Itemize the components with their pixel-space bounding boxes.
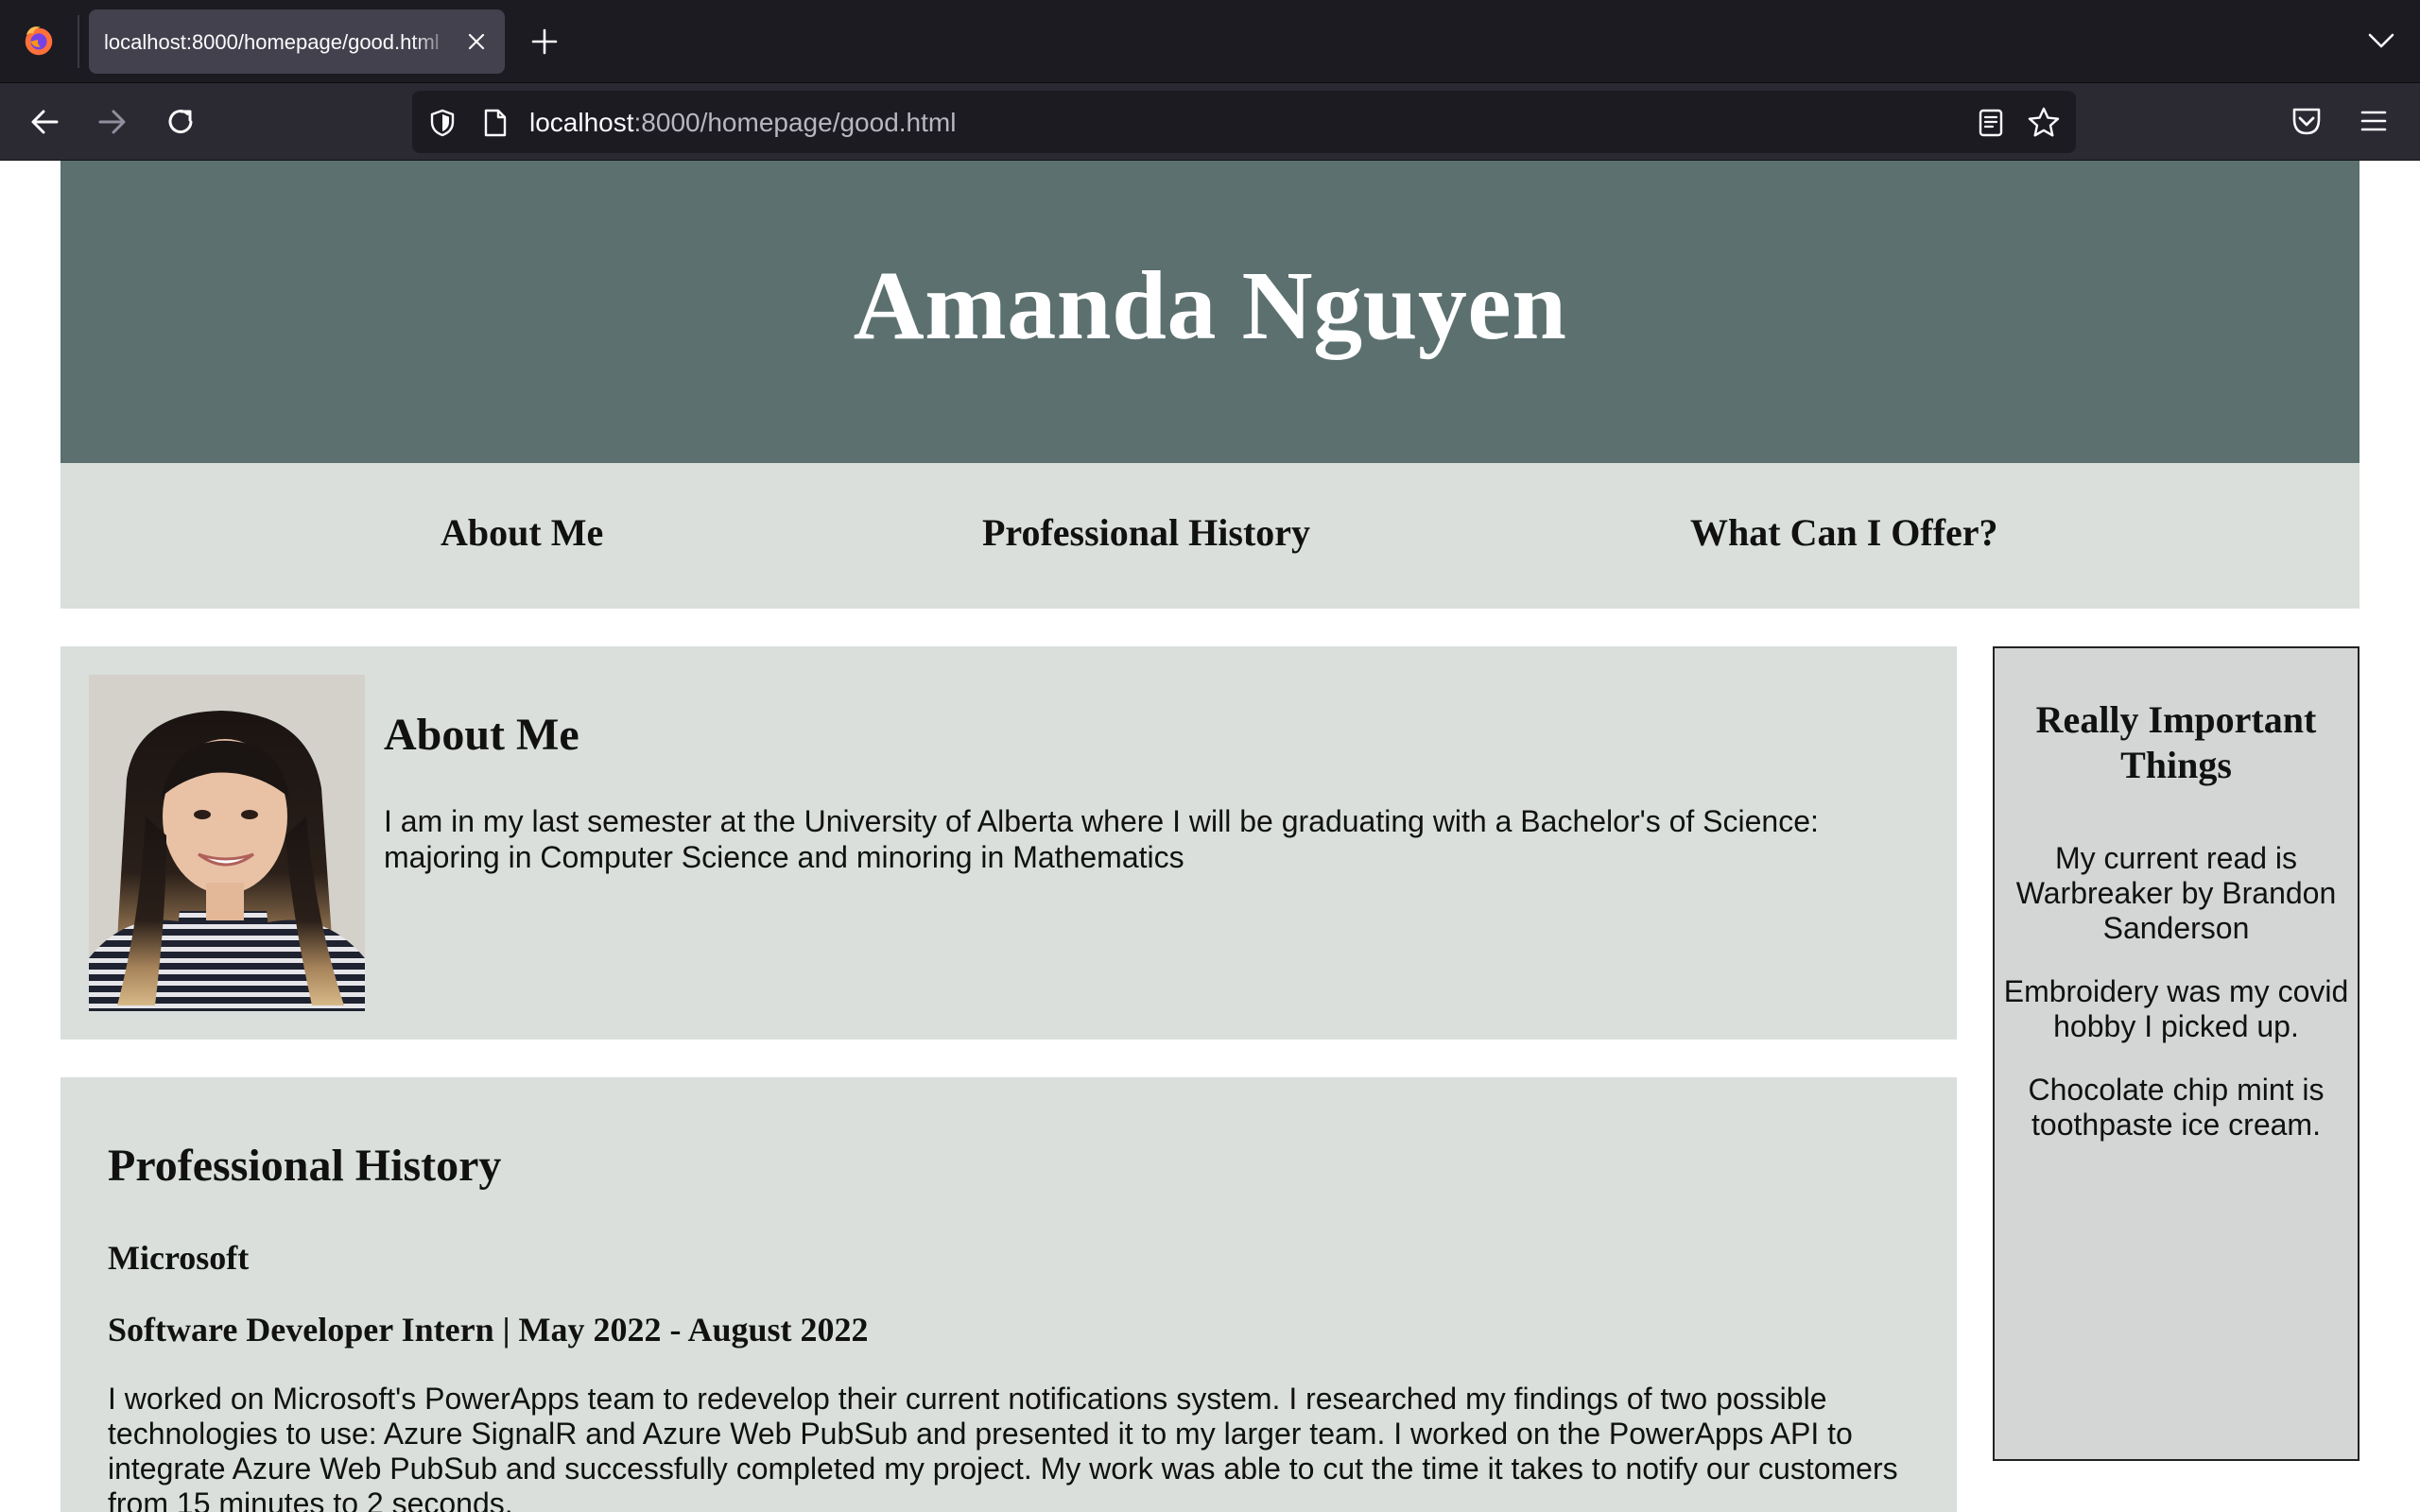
- about-heading: About Me: [384, 710, 579, 760]
- reader-view-icon[interactable]: [1976, 108, 2006, 138]
- back-arrow-icon[interactable]: [25, 102, 64, 142]
- hero-banner: Amanda Nguyen: [60, 161, 2360, 463]
- nav-link-about-me[interactable]: About Me: [441, 510, 603, 555]
- job-title: Software Developer Intern | May 2022 - A…: [108, 1311, 869, 1349]
- tab-separator: [78, 15, 79, 68]
- site-nav: About Me Professional History What Can I…: [60, 463, 2360, 609]
- tab-title: localhost:8000/homepage/good.html: [104, 30, 440, 54]
- history-heading: Professional History: [108, 1141, 502, 1191]
- star-icon[interactable]: [2027, 106, 2061, 140]
- nav-link-professional-history[interactable]: Professional History: [982, 510, 1310, 555]
- hamburger-menu-icon[interactable]: [2358, 106, 2390, 136]
- sidebar-box: Really Important Things My current read …: [1993, 646, 2360, 1461]
- sidebar-heading: Really Important Things: [2035, 698, 2317, 786]
- close-icon[interactable]: [465, 30, 488, 53]
- active-tab[interactable]: localhost:8000/homepage/good.html: [89, 9, 505, 74]
- sidebar-fact: My current read is Warbreaker by Brandon…: [2015, 841, 2337, 945]
- profile-photo: [89, 675, 365, 1011]
- job-description: I worked on Microsoft's PowerApps team t…: [108, 1382, 1898, 1512]
- sidebar-fact: Chocolate chip mint is toothpaste ice cr…: [2028, 1073, 2325, 1142]
- url-text[interactable]: localhost:8000/homepage/good.html: [529, 108, 956, 138]
- nav-link-what-can-i-offer[interactable]: What Can I Offer?: [1690, 510, 1998, 555]
- shield-icon[interactable]: [427, 108, 458, 138]
- reload-icon[interactable]: [161, 102, 200, 142]
- about-section: About Me I am in my last semester at the…: [60, 646, 1957, 1040]
- browser-tab-bar: localhost:8000/homepage/good.html: [0, 0, 2420, 83]
- company-name: Microsoft: [108, 1239, 250, 1277]
- page-icon[interactable]: [482, 108, 509, 138]
- firefox-icon: [25, 26, 53, 56]
- forward-arrow-icon[interactable]: [93, 102, 132, 142]
- chevron-down-icon[interactable]: [2367, 28, 2395, 53]
- plus-icon[interactable]: [529, 26, 560, 57]
- url-bar[interactable]: localhost:8000/homepage/good.html: [412, 91, 2076, 153]
- professional-history-section: Professional History Microsoft Software …: [60, 1077, 1957, 1512]
- page-viewport: Amanda Nguyen About Me Professional Hist…: [0, 161, 2420, 1512]
- pocket-icon[interactable]: [2290, 104, 2324, 138]
- page-title: Amanda Nguyen: [853, 251, 1567, 360]
- sidebar-fact: Embroidery was my covid hobby I picked u…: [2003, 974, 2349, 1043]
- url-host: localhost: [529, 108, 634, 137]
- about-text: I am in my last semester at the Universi…: [384, 804, 1819, 874]
- browser-nav-bar: localhost:8000/homepage/good.html: [0, 83, 2420, 161]
- url-path: :8000/homepage/good.html: [633, 108, 957, 137]
